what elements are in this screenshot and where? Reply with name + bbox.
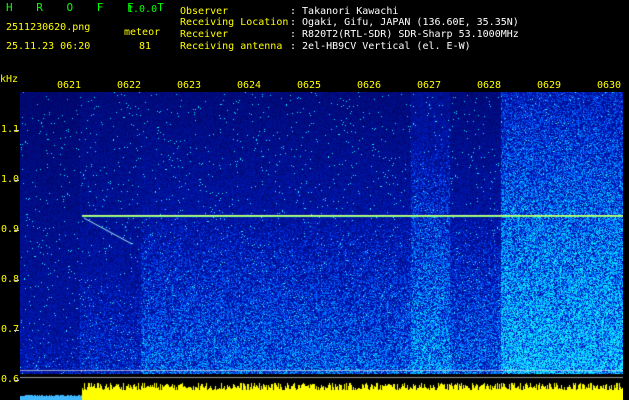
x-tick-label: 0621 <box>57 80 82 91</box>
y-tick-mark <box>14 280 19 281</box>
x-tick-label: 0623 <box>177 80 202 91</box>
x-tick-label: 0629 <box>537 80 562 91</box>
antenna-label: Receiving antenna <box>180 41 283 52</box>
spectrogram-waterfall <box>20 92 623 400</box>
x-tick-label: 0630 <box>597 80 622 91</box>
receiver-value: : R820T2(RTL-SDR) SDR-Sharp 53.1000MHz <box>290 29 519 40</box>
hrofft-window: H R O F F T 1.0.0 2511230620.png meteor … <box>0 0 629 400</box>
x-tick-label: 0627 <box>417 80 442 91</box>
x-tick-label: 0625 <box>297 80 322 91</box>
observer-label: Observer <box>180 6 229 17</box>
receiver-label: Receiver <box>180 29 229 40</box>
waterfall-canvas <box>20 92 623 400</box>
detection-count: 81 <box>139 41 152 52</box>
x-tick-label: 0622 <box>117 80 142 91</box>
y-tick-mark <box>14 230 19 231</box>
y-tick-mark <box>14 380 19 381</box>
x-tick-label: 0626 <box>357 80 382 91</box>
observer-value: : Takanori Kawachi <box>290 6 399 17</box>
antenna-value: : 2el-HB9CV Vertical (el. E-W) <box>290 41 471 52</box>
y-tick-mark <box>14 180 19 181</box>
app-version: 1.0.0 <box>127 4 158 15</box>
file-name: 2511230620.png <box>6 22 91 33</box>
y-tick-mark <box>14 130 19 131</box>
location-label: Receiving Location <box>180 17 289 28</box>
y-axis-unit: kHz <box>0 74 19 85</box>
location-value: : Ogaki, Gifu, JAPAN (136.60E, 35.35N) <box>290 17 519 28</box>
detection-type: meteor <box>124 27 161 38</box>
x-tick-label: 0628 <box>477 80 502 91</box>
capture-datetime: 25.11.23 06:20 <box>6 41 91 52</box>
x-tick-label: 0624 <box>237 80 262 91</box>
y-tick-mark <box>14 330 19 331</box>
